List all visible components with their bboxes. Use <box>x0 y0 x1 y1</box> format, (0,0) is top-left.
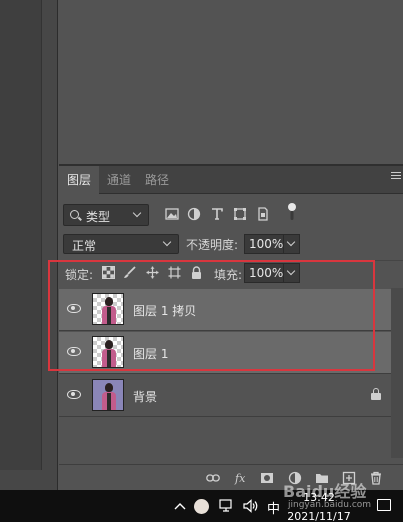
notification-icon[interactable] <box>377 499 391 511</box>
watermark-brand: Baidu经验 <box>283 482 367 501</box>
tab-channels[interactable]: 通道 <box>101 166 137 194</box>
opacity-label: 不透明度: <box>186 238 239 252</box>
link-icon[interactable] <box>206 471 220 485</box>
visibility-eye-icon[interactable] <box>67 390 81 399</box>
upper-panel-area <box>59 0 403 166</box>
chevron-down-icon <box>162 237 172 247</box>
watermark-url: jingyan.baidu.com <box>288 500 372 510</box>
layer-name: 背景 <box>133 390 158 404</box>
search-icon <box>70 210 79 219</box>
tab-paths[interactable]: 路径 <box>139 166 175 194</box>
network-icon[interactable] <box>219 499 235 513</box>
left-panel-inner <box>0 0 42 470</box>
volume-icon[interactable] <box>243 499 259 513</box>
smart-object-filter-icon[interactable] <box>256 207 270 221</box>
trash-icon[interactable] <box>369 471 383 485</box>
svg-text:fx: fx <box>234 472 246 485</box>
mask-icon[interactable] <box>260 471 274 485</box>
clock-date: 2021/11/17 <box>287 510 351 522</box>
layer-filter-row: 类型 <box>63 202 398 226</box>
chevron-down-icon <box>132 208 142 218</box>
opacity-dropdown-button[interactable] <box>284 234 300 254</box>
blend-mode-select[interactable]: 正常 <box>63 234 179 254</box>
filter-kind-select[interactable]: 类型 <box>63 204 149 226</box>
show-hidden-icons-chevron-icon[interactable] <box>174 502 186 510</box>
shape-layer-filter-icon[interactable] <box>233 207 247 221</box>
layer-row-background[interactable]: 背景 <box>59 375 391 417</box>
pixel-layer-filter-icon[interactable] <box>165 207 179 221</box>
filter-toggle-icon[interactable] <box>286 202 298 222</box>
layer-thumbnail <box>92 379 124 411</box>
lock-icon <box>371 388 381 400</box>
ime-indicator[interactable]: 中 <box>267 498 280 517</box>
panel-tabs: 图层 通道 路径 <box>59 166 403 195</box>
filter-kind-label: 类型 <box>86 210 111 224</box>
chevron-down-icon <box>286 237 296 247</box>
left-panel-strip <box>0 0 58 490</box>
blend-opacity-row: 正常 不透明度: 100% <box>63 234 398 254</box>
opacity-input[interactable]: 100% <box>244 234 284 254</box>
highlight-annotation <box>48 260 375 371</box>
tab-layers[interactable]: 图层 <box>59 166 99 195</box>
adjustment-layer-filter-icon[interactable] <box>187 207 201 221</box>
type-layer-filter-icon[interactable] <box>210 207 224 221</box>
app-tray-icon[interactable] <box>194 499 209 514</box>
blend-mode-value: 正常 <box>72 239 97 253</box>
layers-scrollbar[interactable] <box>391 288 403 458</box>
fx-icon[interactable]: fx <box>234 471 248 485</box>
panel-menu-icon[interactable] <box>391 172 401 182</box>
